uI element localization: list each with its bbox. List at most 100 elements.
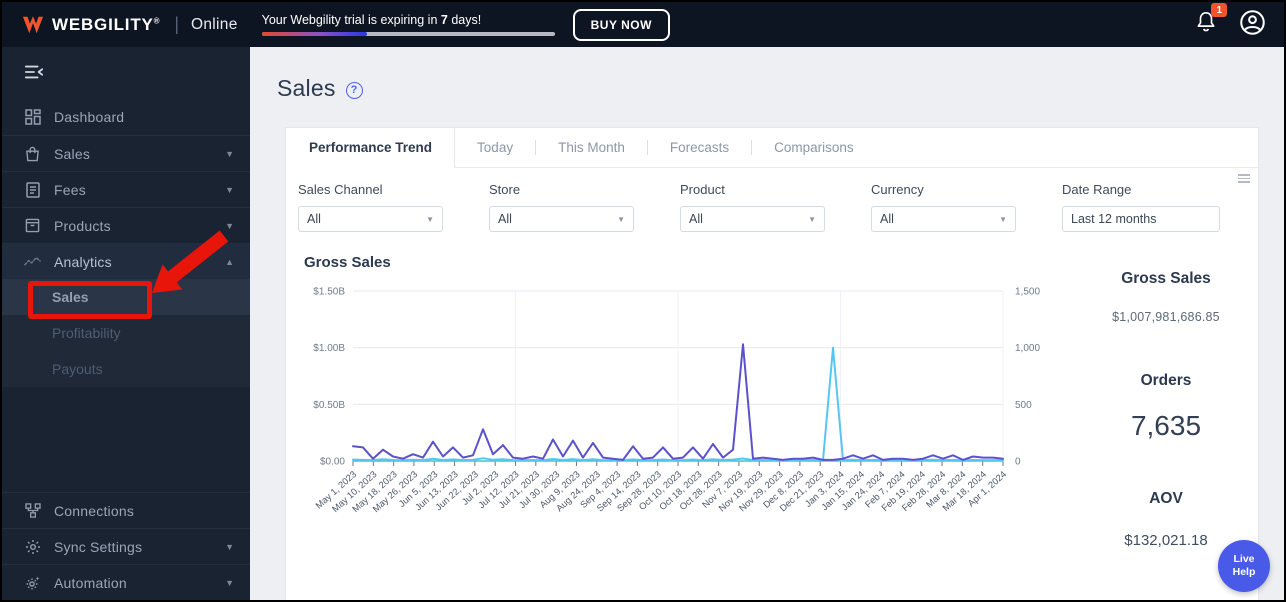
performance-trend-chart[interactable]: $1.50B 1,500$1.00B 1,000$0.50B 500$0.00 0May…: [304, 277, 1066, 532]
filter-label: Store: [489, 182, 521, 197]
app-window: WEBGILITY® | Online Your Webgility trial…: [0, 0, 1286, 602]
account-button[interactable]: [1239, 9, 1266, 41]
trial-expiry-text: Your Webgility trial is expiring in 7 da…: [261, 13, 482, 27]
sidebar-item-automation[interactable]: Automation ▼: [2, 564, 250, 600]
products-icon: [24, 218, 41, 233]
sidebar-item-connections[interactable]: Connections: [2, 492, 250, 528]
collapse-menu-icon: [24, 65, 44, 79]
stat-orders-value: 7,635: [1130, 410, 1202, 441]
tab-performance-trend[interactable]: Performance Trend: [286, 128, 456, 168]
page-title: Sales: [277, 75, 336, 101]
notifications-button[interactable]: 1: [1195, 3, 1227, 39]
svg-text:0: 0: [1015, 457, 1021, 468]
chart-title: Gross Sales: [304, 254, 391, 271]
filters-row: Sales Channel All ▼ Store All ▼ Product: [286, 168, 1258, 244]
filter-label: Sales Channel: [298, 182, 383, 197]
account-icon: [1240, 9, 1265, 35]
svg-text:$0.00: $0.00: [320, 457, 345, 468]
svg-text:$1.00B: $1.00B: [313, 343, 345, 354]
chevron-down-icon: ▼: [225, 148, 234, 159]
chevron-down-icon: ▼: [999, 214, 1007, 224]
sales-icon: [24, 146, 41, 162]
filter-label: Date Range: [1062, 182, 1132, 197]
live-help-label: Live: [1233, 553, 1255, 566]
webgility-logo[interactable]: WEBGILITY®: [22, 14, 160, 36]
filter-label: Currency: [871, 182, 924, 197]
chevron-down-icon: ▼: [225, 541, 234, 552]
trial-progress-fill: [261, 32, 368, 36]
filter-sales-channel: Sales Channel All ▼: [298, 182, 443, 232]
chevron-down-icon: ▼: [225, 184, 234, 195]
collapse-sidebar-button[interactable]: [2, 47, 250, 99]
sidebar-item-label: Sales: [54, 145, 91, 162]
sidebar-item-label: Dashboard: [54, 109, 125, 125]
top-bar: WEBGILITY® | Online Your Webgility trial…: [2, 2, 1284, 47]
sidebar-item-label: Products: [54, 217, 111, 234]
gear-icon: [24, 539, 41, 555]
chevron-up-icon: ▲: [225, 256, 234, 267]
filter-date-range: Date Range Last 12 months: [1062, 182, 1220, 232]
chart-context-menu-icon[interactable]: [1238, 172, 1250, 185]
notification-badge: 1: [1211, 3, 1227, 17]
select-value: All: [307, 212, 321, 226]
brand-divider: |: [174, 14, 180, 34]
gross-sales-chart-section: Gross Sales $1.50B 1,500 $1.00B 1,000 $0.50B…: [304, 254, 1074, 549]
svg-text:$0.50B: $0.50B: [313, 400, 345, 411]
sidebar-item-label: Automation: [54, 574, 127, 591]
chevron-down-icon: ▼: [617, 214, 625, 224]
sidebar-subitem-profitability[interactable]: Profitability: [2, 315, 250, 351]
sidebar-subitem-payouts[interactable]: Payouts: [2, 351, 250, 387]
sidebar-item-label: Analytics: [54, 253, 112, 270]
filter-product: Product All ▼: [680, 182, 825, 232]
svg-text:1,000: 1,000: [1015, 343, 1040, 354]
sidebar: Dashboard Sales ▼ Fees ▼ Products ▼ Anal…: [2, 47, 250, 600]
sidebar-subitem-sales[interactable]: Sales: [2, 279, 250, 315]
chevron-down-icon: ▼: [426, 214, 434, 224]
select-value: All: [498, 212, 512, 226]
sidebar-bottom-group: Connections Sync Settings ▼ Automation ▼: [2, 492, 250, 600]
select-value: All: [880, 212, 894, 226]
help-icon[interactable]: ?: [345, 81, 363, 99]
sidebar-item-label: Fees: [54, 181, 86, 198]
webgility-logo-icon: [22, 15, 44, 33]
stat-gross-sales-value: $1,007,981,686.85: [1112, 310, 1220, 324]
sidebar-item-label: Connections: [54, 502, 135, 519]
product-select[interactable]: All ▼: [680, 206, 825, 232]
chevron-down-icon: ▼: [225, 577, 234, 588]
filter-currency: Currency All ▼: [871, 182, 1016, 232]
analytics-submenu: Sales Profitability Payouts: [2, 279, 250, 387]
date-range-input[interactable]: Last 12 months: [1062, 206, 1220, 232]
chevron-down-icon: ▼: [808, 214, 816, 224]
currency-select[interactable]: All ▼: [871, 206, 1016, 232]
sidebar-item-sync-settings[interactable]: Sync Settings ▼: [2, 528, 250, 564]
svg-text:1,500: 1,500: [1015, 287, 1040, 298]
stat-aov-label: AOV: [1149, 490, 1183, 507]
tab-bar: Performance Trend Today This Month Forec…: [286, 128, 1258, 168]
dashboard-icon: [24, 109, 41, 125]
fees-icon: [24, 181, 41, 198]
live-help-button[interactable]: Live Help: [1218, 540, 1270, 592]
sidebar-item-sales[interactable]: Sales ▼: [2, 135, 250, 171]
connections-icon: [24, 503, 41, 518]
stat-gross-sales-label: Gross Sales: [1121, 270, 1211, 287]
sidebar-item-dashboard[interactable]: Dashboard: [2, 99, 250, 135]
buy-now-button[interactable]: BUY NOW: [572, 8, 670, 41]
tab-forecasts[interactable]: Forecasts: [648, 128, 751, 167]
filter-store: Store All ▼: [489, 182, 634, 232]
filter-label: Product: [680, 182, 725, 197]
tab-today[interactable]: Today: [455, 128, 535, 167]
store-select[interactable]: All ▼: [489, 206, 634, 232]
svg-text:$1.50B: $1.50B: [313, 287, 345, 298]
automation-icon: [24, 575, 41, 591]
sales-channel-select[interactable]: All ▼: [298, 206, 443, 232]
select-value: All: [689, 212, 703, 226]
live-help-label: Help: [1232, 566, 1256, 578]
sidebar-item-fees[interactable]: Fees ▼: [2, 171, 250, 207]
sidebar-item-analytics[interactable]: Analytics ▲: [2, 243, 250, 279]
trial-progress-track: [261, 32, 555, 36]
tab-this-month[interactable]: This Month: [536, 128, 647, 167]
sidebar-item-products[interactable]: Products ▼: [2, 207, 250, 243]
brand-name: WEBGILITY®: [52, 14, 161, 34]
tab-comparisons[interactable]: Comparisons: [752, 128, 876, 167]
product-name: Online: [191, 15, 238, 33]
